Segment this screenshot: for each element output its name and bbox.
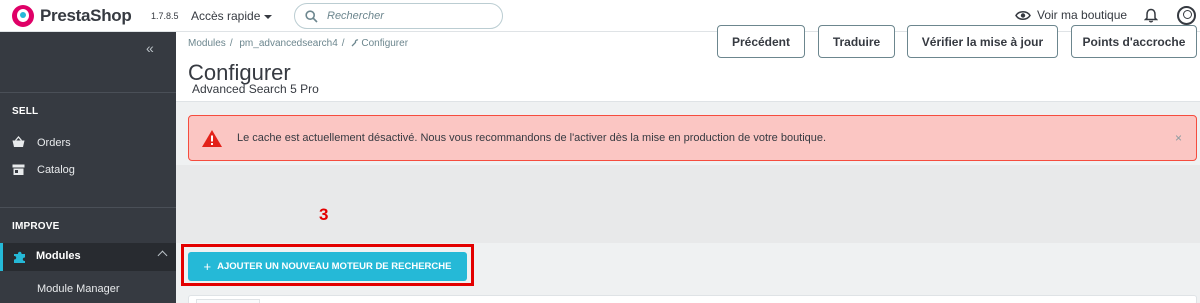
sidebar-subitem-module-manager[interactable]: Module Manager — [37, 283, 120, 295]
wrench-icon — [351, 39, 359, 47]
sidebar-divider — [0, 92, 176, 93]
collapse-sidebar-icon[interactable]: « — [146, 40, 154, 56]
breadcrumb-separator: / — [229, 38, 233, 49]
chevron-down-icon — [264, 14, 273, 19]
page-subtitle: Advanced Search 5 Pro — [192, 82, 319, 96]
back-button[interactable]: Précédent — [717, 25, 805, 58]
sidebar-item-label: Orders — [37, 136, 71, 149]
breadcrumb-item[interactable]: pm_advancedsearch4 — [239, 38, 337, 49]
puzzle-icon — [14, 251, 25, 263]
sidebar-item-modules[interactable]: Modules — [0, 243, 176, 271]
breadcrumb: Modules / pm_advancedsearch4/ Configurer — [188, 38, 412, 49]
breadcrumb-item-current: Configurer — [361, 38, 409, 49]
chevron-up-icon — [157, 250, 168, 261]
add-search-engine-button[interactable]: + AJOUTER UN NOUVEAU MOTEUR DE RECHERCHE — [188, 252, 467, 281]
store-icon — [12, 164, 25, 175]
warning-icon — [202, 130, 222, 147]
sidebar-divider — [0, 207, 176, 208]
search-box[interactable] — [294, 3, 503, 29]
version-number: 1.7.8.5 — [151, 11, 179, 21]
sidebar-item-label: Modules — [36, 250, 81, 262]
sidebar-section-sell: SELL — [12, 106, 39, 117]
translate-button[interactable]: Traduire — [818, 25, 895, 58]
search-icon — [305, 10, 318, 23]
sidebar-item-catalog[interactable]: Catalog — [12, 163, 75, 176]
user-icon[interactable] — [1177, 6, 1196, 25]
content-panel — [188, 295, 1197, 303]
view-shop-link[interactable]: Voir ma boutique — [1015, 8, 1127, 22]
sidebar-item-orders[interactable]: Orders — [12, 136, 71, 149]
sidebar-item-label: Catalog — [37, 163, 75, 176]
search-input[interactable] — [327, 8, 492, 24]
eye-icon — [1015, 11, 1031, 21]
quick-access-dropdown[interactable]: Accès rapide — [191, 9, 273, 23]
hooks-button[interactable]: Points d'accroche — [1071, 25, 1197, 58]
content-area — [176, 165, 1200, 243]
alert-message: Le cache est actuellement désactivé. Nou… — [237, 132, 827, 144]
cache-warning-alert: Le cache est actuellement désactivé. Nou… — [188, 115, 1197, 161]
sidebar-section-improve: IMPROVE — [12, 221, 60, 232]
breadcrumb-item[interactable]: Modules — [188, 38, 226, 49]
prestashop-logo-icon[interactable] — [12, 5, 34, 27]
breadcrumb-separator: / — [341, 38, 345, 49]
view-shop-label: Voir ma boutique — [1037, 8, 1128, 22]
add-search-engine-label: AJOUTER UN NOUVEAU MOTEUR DE RECHERCHE — [217, 261, 452, 272]
panel-tab[interactable] — [196, 299, 260, 303]
step-annotation: 3 — [319, 205, 329, 224]
close-icon[interactable]: × — [1175, 131, 1182, 145]
bell-icon[interactable] — [1144, 8, 1158, 23]
quick-access-label: Accès rapide — [191, 9, 261, 23]
plus-icon: + — [203, 259, 212, 274]
sidebar: « SELL Orders Catalog IMPROVE Modules Mo… — [0, 32, 176, 303]
cart-icon — [12, 136, 25, 147]
check-update-button[interactable]: Vérifier la mise à jour — [907, 25, 1058, 58]
brand-name[interactable]: PrestaShop — [40, 6, 132, 26]
